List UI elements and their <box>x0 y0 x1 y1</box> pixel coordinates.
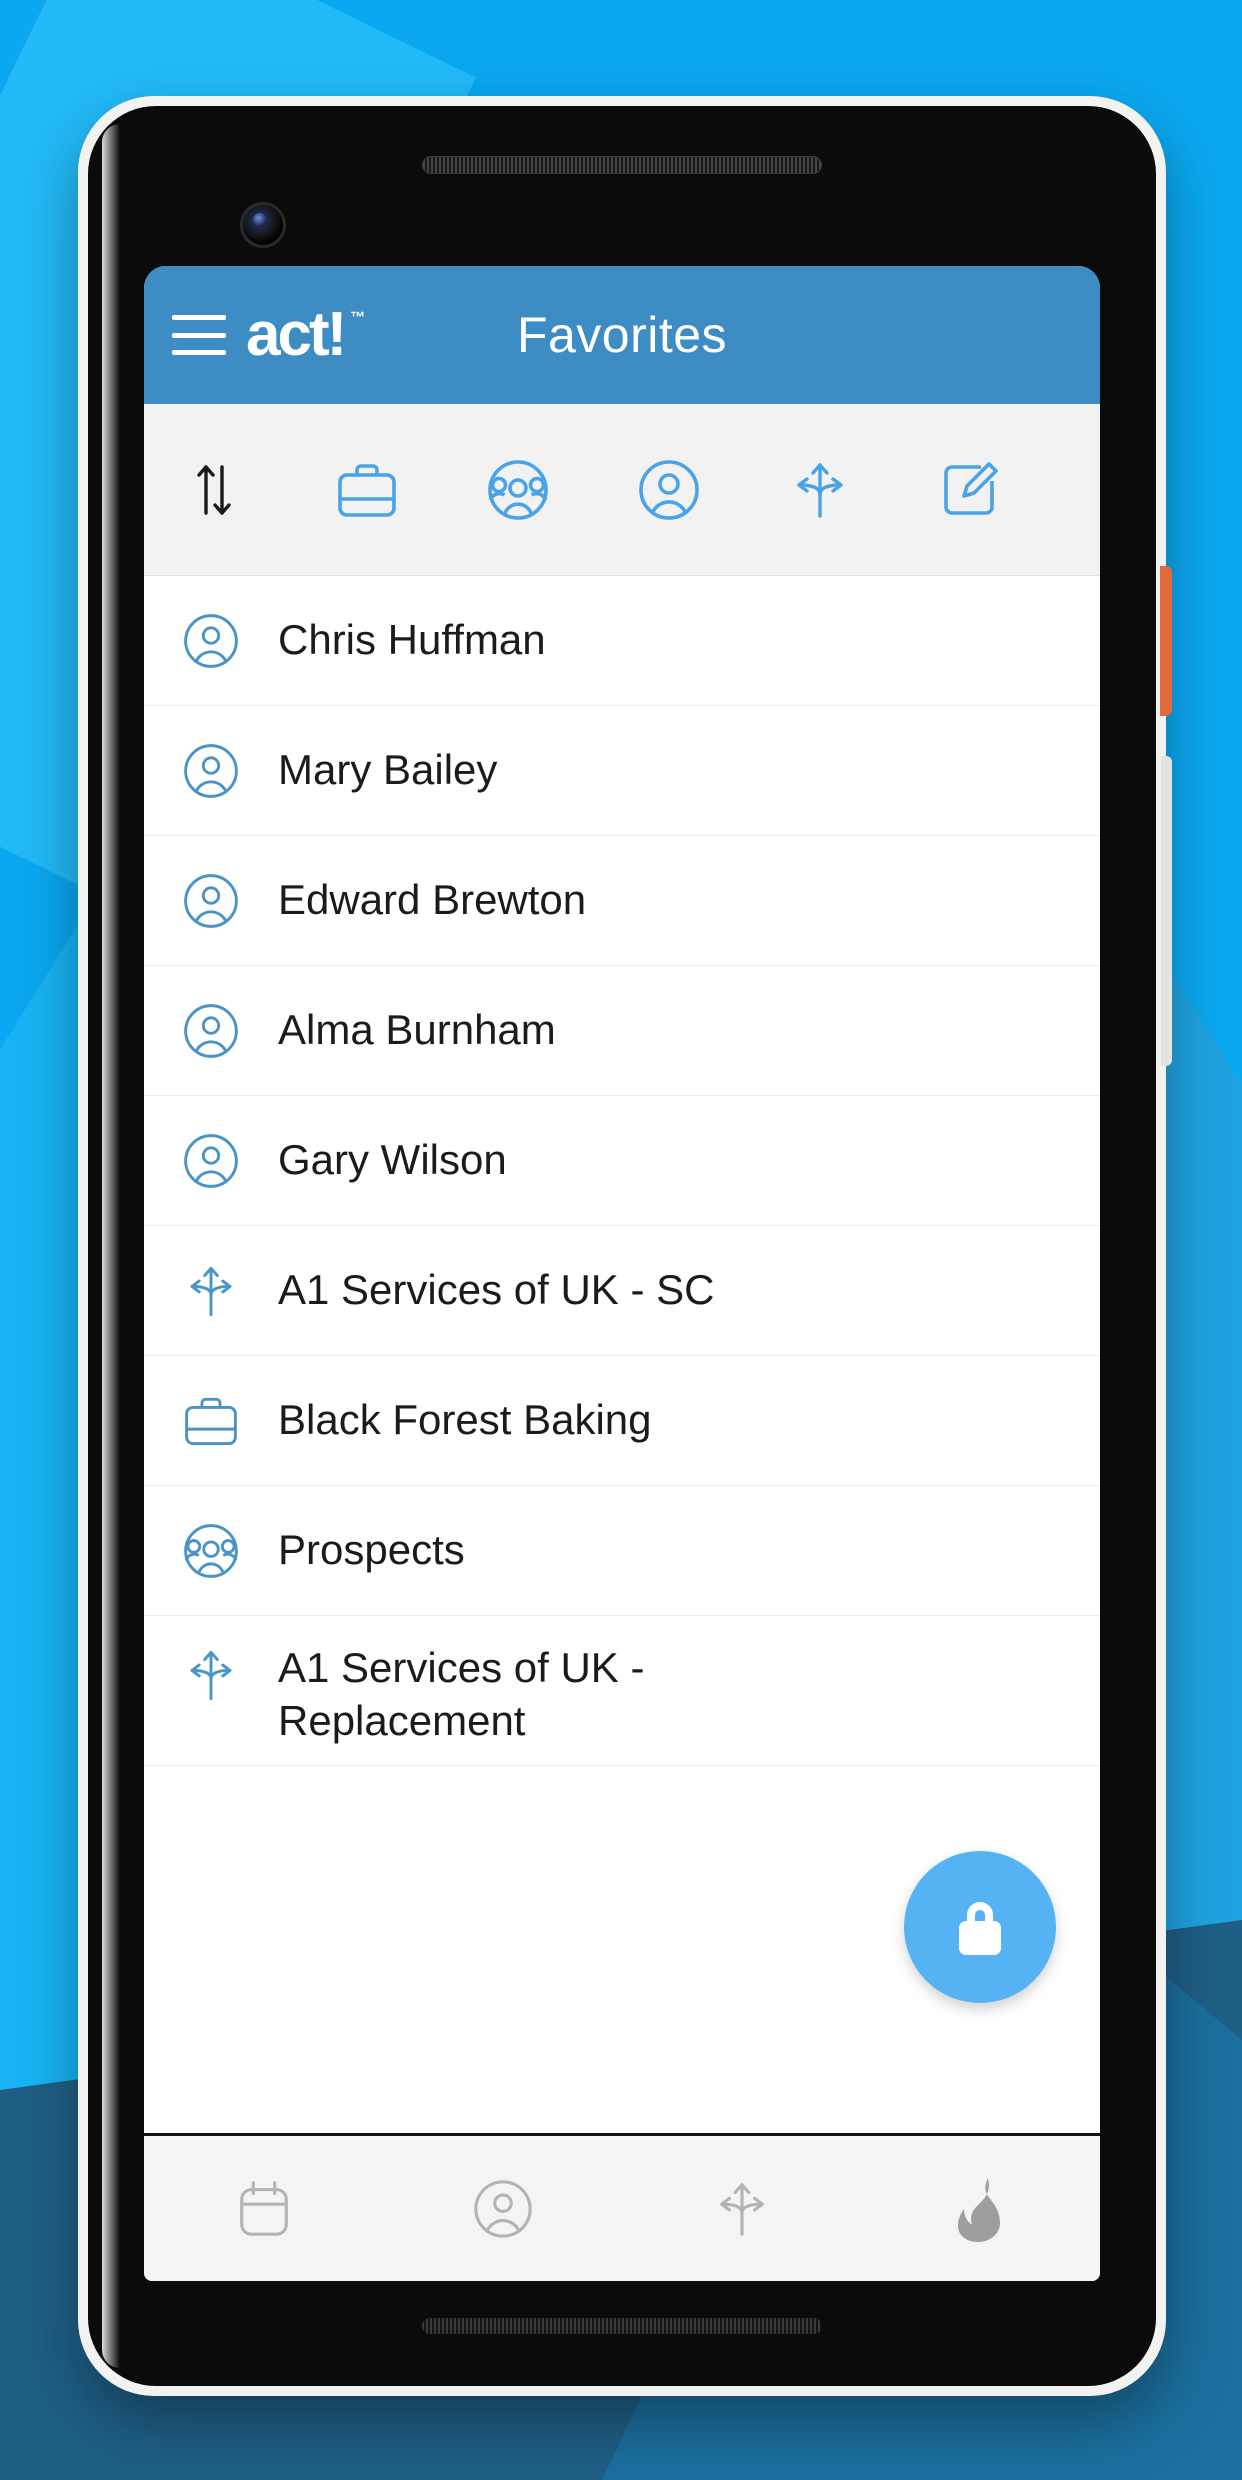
list-item[interactable]: Gary Wilson <box>144 1096 1100 1226</box>
filter-toolbar <box>144 404 1100 576</box>
list-item-label: A1 Services of UK - SC <box>278 1266 715 1314</box>
hamburger-menu-icon[interactable] <box>172 315 226 355</box>
contact-icon <box>174 612 248 670</box>
group-icon[interactable] <box>486 458 550 522</box>
list-item[interactable]: A1 Services of UK - SC <box>144 1226 1100 1356</box>
list-item-label: Mary Bailey <box>278 746 498 794</box>
list-item-label: A1 Services of UK - Replacement <box>278 1644 645 1744</box>
lock-fab-button[interactable] <box>904 1851 1056 2003</box>
calendar-icon[interactable] <box>184 2136 344 2281</box>
app-bar: act! ™ Favorites <box>144 266 1100 404</box>
contact-icon <box>174 872 248 930</box>
edit-square-icon[interactable] <box>939 459 1001 521</box>
list-item[interactable]: Prospects <box>144 1486 1100 1616</box>
list-item[interactable]: Edward Brewton <box>144 836 1100 966</box>
trademark-symbol: ™ <box>350 309 365 326</box>
list-item-label: Black Forest Baking <box>278 1396 652 1444</box>
opportunity-icon[interactable] <box>662 2136 822 2281</box>
group-icon <box>174 1522 248 1580</box>
list-item-label: Prospects <box>278 1526 465 1574</box>
contact-icon[interactable] <box>423 2136 583 2281</box>
bottom-navigation-bar <box>144 2133 1100 2281</box>
flame-icon[interactable] <box>901 2136 1061 2281</box>
opportunity-icon <box>174 1646 248 1704</box>
contact-icon <box>174 1002 248 1060</box>
opportunity-icon[interactable] <box>788 458 852 522</box>
act-logo[interactable]: act! ™ <box>246 304 365 366</box>
briefcase-icon[interactable] <box>335 459 399 521</box>
contact-icon[interactable] <box>637 458 701 522</box>
act-logo-text: act! <box>246 300 347 369</box>
opportunity-icon <box>174 1262 248 1320</box>
list-item-label: Alma Burnham <box>278 1006 556 1054</box>
phone-device-mockup: act! ™ Favorites Chris Huffman Mary Bail… <box>78 96 1172 2396</box>
list-item[interactable]: Chris Huffman <box>144 576 1100 706</box>
favorites-list: Chris Huffman Mary Bailey Edward Brewton… <box>144 576 1100 2133</box>
power-button[interactable] <box>1160 566 1172 716</box>
front-camera <box>240 202 286 248</box>
bottom-speaker <box>422 2318 822 2334</box>
list-item-label: Chris Huffman <box>278 616 546 664</box>
phone-bezel-highlight <box>102 124 120 2368</box>
sort-up-down-icon[interactable] <box>174 459 252 521</box>
toolbar-filter-icons <box>292 458 1070 522</box>
volume-button[interactable] <box>1161 756 1172 1066</box>
contact-icon <box>174 742 248 800</box>
earpiece-speaker <box>422 156 822 174</box>
phone-screen: act! ™ Favorites Chris Huffman Mary Bail… <box>144 266 1100 2281</box>
contact-icon <box>174 1132 248 1190</box>
briefcase-icon <box>174 1393 248 1449</box>
list-item[interactable]: Alma Burnham <box>144 966 1100 1096</box>
list-item[interactable]: Black Forest Baking <box>144 1356 1100 1486</box>
list-item-label: Edward Brewton <box>278 876 587 924</box>
list-item[interactable]: A1 Services of UK - Replacement <box>144 1616 1100 1766</box>
list-item[interactable]: Mary Bailey <box>144 706 1100 836</box>
list-item-label: Gary Wilson <box>278 1136 507 1184</box>
